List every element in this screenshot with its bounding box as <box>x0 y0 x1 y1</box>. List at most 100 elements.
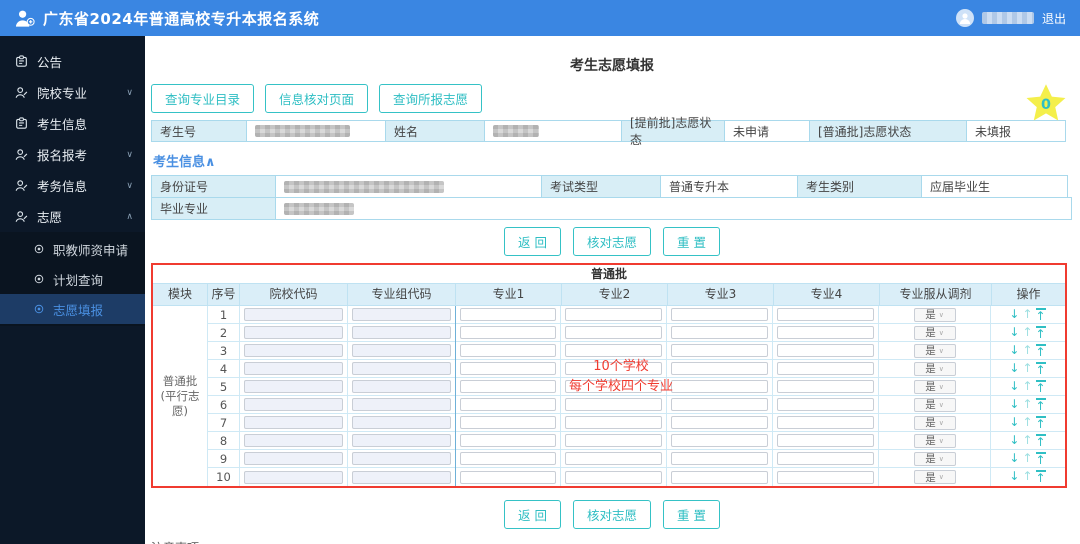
college-code-input[interactable] <box>244 380 343 393</box>
major2-input[interactable] <box>565 452 662 465</box>
move-down-icon[interactable]: ↓ <box>1009 326 1019 340</box>
major3-input[interactable] <box>671 470 768 484</box>
move-down-icon[interactable]: ↓ <box>1009 434 1019 448</box>
sidebar-item-exam-affairs[interactable]: 考务信息 ∨ <box>0 170 145 201</box>
obey-adjust-select[interactable]: 是 ∨ <box>913 470 956 484</box>
move-down-icon[interactable]: ↓ <box>1009 308 1019 322</box>
move-down-icon[interactable]: ↓ <box>1009 362 1019 376</box>
college-code-input[interactable] <box>244 326 343 339</box>
group-code-input[interactable] <box>352 452 451 465</box>
move-up-icon[interactable]: ↑ <box>1022 452 1032 466</box>
move-up-icon[interactable]: ↑ <box>1022 398 1032 412</box>
submenu-item-vocational-teacher-application[interactable]: 职教师资申请 <box>0 234 145 264</box>
college-code-input[interactable] <box>244 398 343 411</box>
college-code-input[interactable] <box>244 434 343 447</box>
move-to-top-icon[interactable]: ↑ <box>1035 379 1046 394</box>
candidate-info-toggle[interactable]: 考生信息∧ <box>153 151 216 170</box>
major3-input[interactable] <box>671 416 768 429</box>
major1-input[interactable] <box>460 344 556 357</box>
major4-input[interactable] <box>777 344 874 357</box>
major1-input[interactable] <box>460 308 556 321</box>
move-to-top-icon[interactable]: ↑ <box>1035 433 1046 448</box>
move-down-icon[interactable]: ↓ <box>1009 398 1019 412</box>
move-to-top-icon[interactable]: ↑ <box>1035 397 1046 412</box>
sidebar-item-registration[interactable]: 报名报考 ∨ <box>0 139 145 170</box>
obey-adjust-select[interactable]: 是 ∨ <box>913 325 956 340</box>
sidebar-item-candidate-info[interactable]: 考生信息 <box>0 108 145 139</box>
college-code-input[interactable] <box>244 308 343 321</box>
major2-input[interactable] <box>565 398 662 411</box>
logout-link[interactable]: 退出 <box>1042 10 1066 27</box>
major4-input[interactable] <box>777 398 874 411</box>
move-to-top-icon[interactable]: ↑ <box>1035 343 1046 358</box>
back-button[interactable]: 返 回 <box>504 500 561 529</box>
move-up-icon[interactable]: ↑ <box>1022 344 1032 358</box>
college-code-input[interactable] <box>244 416 343 429</box>
major4-input[interactable] <box>777 308 874 321</box>
move-to-top-icon[interactable]: ↑ <box>1035 470 1046 484</box>
sidebar-item-colleges-majors[interactable]: 院校专业 ∨ <box>0 77 145 108</box>
major2-input[interactable] <box>565 416 662 429</box>
major4-input[interactable] <box>777 416 874 429</box>
major2-input[interactable] <box>565 362 662 375</box>
move-up-icon[interactable]: ↑ <box>1022 470 1032 484</box>
move-to-top-icon[interactable]: ↑ <box>1035 325 1046 340</box>
group-code-input[interactable] <box>352 380 451 393</box>
major3-input[interactable] <box>671 344 768 357</box>
move-to-top-icon[interactable]: ↑ <box>1035 307 1046 322</box>
sidebar-item-announcements[interactable]: 公告 <box>0 46 145 77</box>
move-down-icon[interactable]: ↓ <box>1009 344 1019 358</box>
major2-input[interactable] <box>565 344 662 357</box>
major2-input[interactable] <box>565 434 662 447</box>
move-up-icon[interactable]: ↑ <box>1022 308 1032 322</box>
major3-input[interactable] <box>671 434 768 447</box>
obey-adjust-select[interactable]: 是 ∨ <box>913 307 956 322</box>
move-to-top-icon[interactable]: ↑ <box>1035 361 1046 376</box>
major1-input[interactable] <box>460 434 556 447</box>
obey-adjust-select[interactable]: 是 ∨ <box>913 343 956 358</box>
query-major-catalog-button[interactable]: 查询专业目录 <box>151 84 255 113</box>
major3-input[interactable] <box>671 452 768 465</box>
group-code-input[interactable] <box>352 362 451 375</box>
college-code-input[interactable] <box>244 344 343 357</box>
major1-input[interactable] <box>460 452 556 465</box>
major1-input[interactable] <box>460 362 556 375</box>
major1-input[interactable] <box>460 326 556 339</box>
major2-input[interactable] <box>565 326 662 339</box>
move-up-icon[interactable]: ↑ <box>1022 380 1032 394</box>
major4-input[interactable] <box>777 380 874 393</box>
college-code-input[interactable] <box>244 362 343 375</box>
reset-button[interactable]: 重 置 <box>663 227 720 256</box>
major3-input[interactable] <box>671 308 768 321</box>
group-code-input[interactable] <box>352 434 451 447</box>
group-code-input[interactable] <box>352 326 451 339</box>
info-check-page-button[interactable]: 信息核对页面 <box>265 84 369 113</box>
reset-button[interactable]: 重 置 <box>663 500 720 529</box>
major3-input[interactable] <box>671 326 768 339</box>
obey-adjust-select[interactable]: 是 ∨ <box>913 451 956 466</box>
major2-input[interactable] <box>565 380 662 393</box>
obey-adjust-select[interactable]: 是 ∨ <box>913 433 956 448</box>
major3-input[interactable] <box>671 362 768 375</box>
major1-input[interactable] <box>460 380 556 393</box>
move-to-top-icon[interactable]: ↑ <box>1035 451 1046 466</box>
college-code-input[interactable] <box>244 452 343 465</box>
major4-input[interactable] <box>777 326 874 339</box>
check-wishes-button[interactable]: 核对志愿 <box>572 500 651 529</box>
group-code-input[interactable] <box>352 344 451 357</box>
star-badge[interactable]: 0 <box>1024 82 1068 129</box>
obey-adjust-select[interactable]: 是 ∨ <box>913 397 956 412</box>
group-code-input[interactable] <box>352 308 451 321</box>
move-up-icon[interactable]: ↑ <box>1022 362 1032 376</box>
major1-input[interactable] <box>460 470 556 484</box>
major4-input[interactable] <box>777 434 874 447</box>
move-up-icon[interactable]: ↑ <box>1022 326 1032 340</box>
submenu-item-plan-query[interactable]: 计划查询 <box>0 264 145 294</box>
move-down-icon[interactable]: ↓ <box>1009 452 1019 466</box>
major4-input[interactable] <box>777 452 874 465</box>
group-code-input[interactable] <box>352 398 451 411</box>
user-avatar[interactable] <box>955 9 974 27</box>
move-to-top-icon[interactable]: ↑ <box>1035 415 1046 430</box>
move-down-icon[interactable]: ↓ <box>1009 416 1019 430</box>
major1-input[interactable] <box>460 398 556 411</box>
